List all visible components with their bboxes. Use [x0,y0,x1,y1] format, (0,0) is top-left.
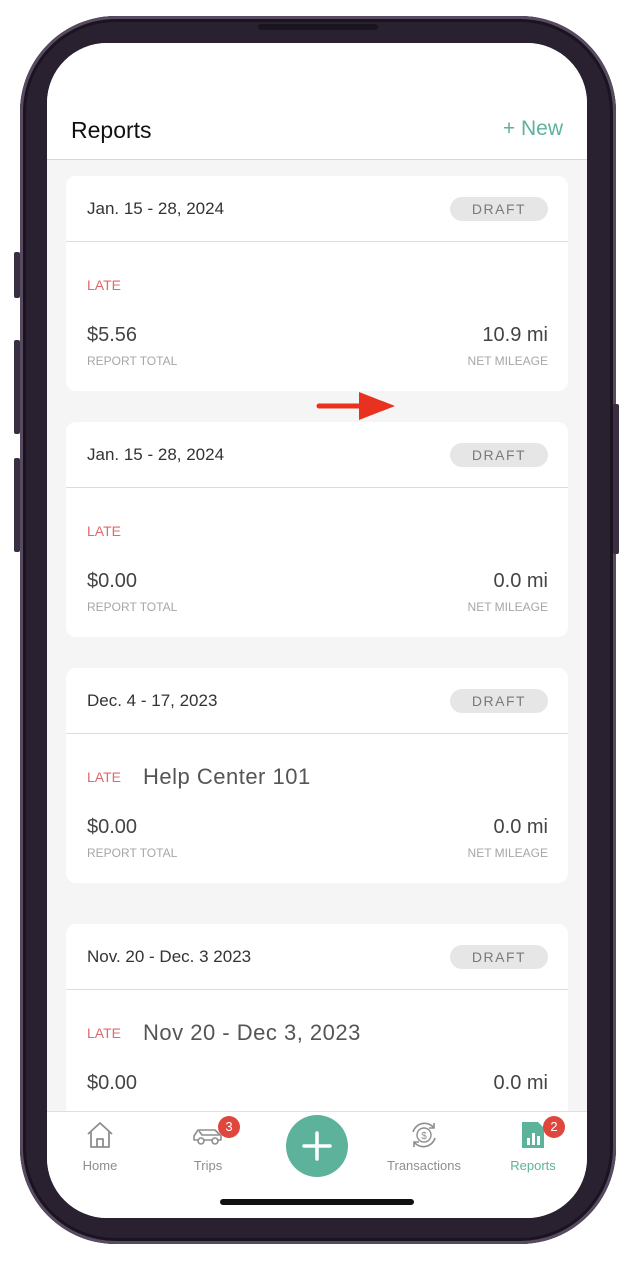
report-total-amount: $5.56 [87,324,138,346]
report-total-label: REPORT TOTAL [87,600,178,614]
report-card[interactable]: Dec. 4 - 17, 2023 DRAFT LATE Help Center… [66,668,568,883]
phone-speaker [258,24,378,30]
page-title: Reports [71,117,152,143]
net-mileage-label: NET MILEAGE [467,846,548,860]
trips-count-badge: 3 [218,1116,240,1138]
report-card-header: Nov. 20 - Dec. 3 2023 DRAFT [66,924,568,990]
tab-reports-label: Reports [510,1158,556,1173]
report-name: Help Center 101 [142,764,311,789]
net-mileage-amount: 10.9 mi [482,324,548,346]
report-card-header: Dec. 4 - 17, 2023 DRAFT [66,668,568,734]
late-row: LATE Help Center 101 [87,762,311,792]
late-row: LATE Nov 20 - Dec 3, 2023 [87,1018,361,1048]
report-date-range: Jan. 15 - 28, 2024 [87,199,225,218]
status-badge: DRAFT [450,197,548,221]
late-label: LATE [87,769,121,785]
svg-text:$: $ [421,1131,427,1142]
report-date-range: Dec. 4 - 17, 2023 [87,691,218,710]
net-mileage-label: NET MILEAGE [467,600,548,614]
late-row: LATE [87,270,121,300]
tab-trips[interactable]: Trips 3 [158,1116,258,1173]
late-label: LATE [87,1025,121,1041]
report-total-label: REPORT TOTAL [87,846,178,860]
late-row: LATE [87,516,121,546]
phone-volume-up [14,340,20,434]
report-list[interactable]: Jan. 15 - 28, 2024 DRAFT LATE $5.56 REPO… [47,161,587,1111]
report-card[interactable]: Jan. 15 - 28, 2024 DRAFT LATE $5.56 REPO… [66,176,568,391]
report-total-amount: $0.00 [87,570,138,592]
tab-home[interactable]: Home [50,1118,150,1173]
home-indicator [220,1199,414,1205]
late-label: LATE [87,277,121,293]
tab-transactions[interactable]: $ Transactions [374,1118,474,1173]
report-card-header: Jan. 15 - 28, 2024 DRAFT [66,176,568,242]
report-card[interactable]: Jan. 15 - 28, 2024 DRAFT LATE $0.00 REPO… [66,422,568,637]
report-date-range: Jan. 15 - 28, 2024 [87,445,225,464]
dollar-sync-icon: $ [412,1122,436,1148]
report-date-range: Nov. 20 - Dec. 3 2023 [87,947,252,966]
report-total-amount: $0.00 [87,816,138,838]
status-badge: DRAFT [450,689,548,713]
home-icon [87,1122,113,1148]
plus-icon [302,1131,332,1161]
phone-silent-switch [14,252,20,298]
tab-transactions-label: Transactions [387,1158,461,1173]
app-screen: Reports + New Jan. 15 - 28, 2024 DRAFT L… [47,43,587,1218]
tab-trips-label: Trips [193,1158,223,1173]
new-report-button[interactable]: + New [503,117,563,141]
phone-volume-down [14,458,20,552]
net-mileage-amount: 0.0 mi [493,570,548,592]
add-button[interactable] [286,1115,348,1177]
tab-reports[interactable]: Reports 2 [483,1116,583,1173]
report-name: Nov 20 - Dec 3, 2023 [142,1020,361,1045]
report-total-amount: $0.00 [87,1072,138,1094]
annotation-arrow-icon [316,392,395,420]
net-mileage-amount: 0.0 mi [493,1072,548,1094]
reports-count-badge: 2 [543,1116,565,1138]
report-total-label: REPORT TOTAL [87,354,178,368]
net-mileage-amount: 0.0 mi [493,816,548,838]
tab-home-label: Home [82,1158,118,1173]
status-badge: DRAFT [450,945,548,969]
net-mileage-label: NET MILEAGE [467,354,548,368]
report-card-header: Jan. 15 - 28, 2024 DRAFT [66,422,568,488]
late-label: LATE [87,523,121,539]
phone-power-button [613,404,619,554]
nav-header: Reports + New [47,43,587,160]
report-card[interactable]: Nov. 20 - Dec. 3 2023 DRAFT LATE Nov 20 … [66,924,568,1111]
status-badge: DRAFT [450,443,548,467]
